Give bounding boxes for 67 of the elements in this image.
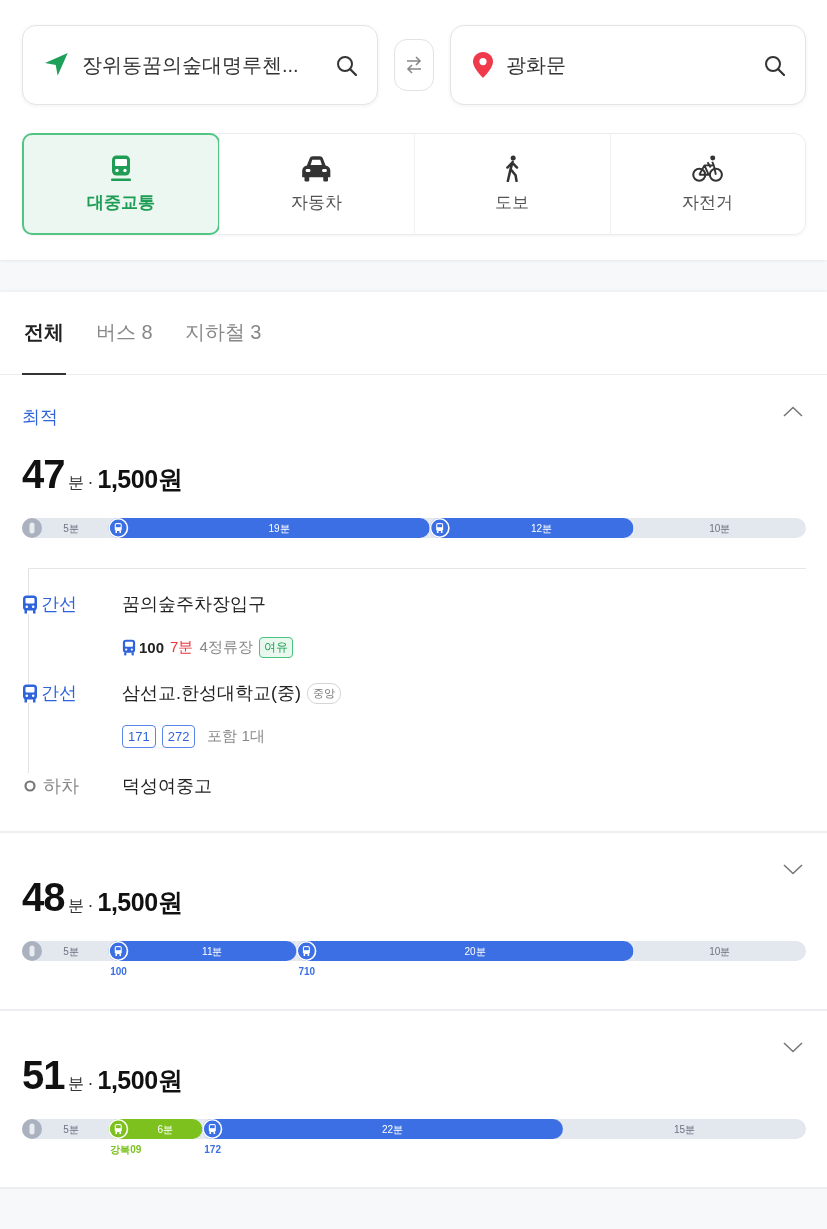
duration-value: 47: [22, 452, 65, 496]
segment-time: 12분: [531, 522, 553, 534]
segment-time: 5분: [63, 522, 79, 534]
mode-tab[interactable]: 자전거: [609, 134, 805, 234]
bus-icon: [22, 683, 38, 703]
bus-icon: [22, 594, 38, 614]
destination-field[interactable]: 광화문: [450, 25, 806, 105]
segment-time: 10분: [709, 945, 731, 957]
stop-name: 덕성여중고: [122, 775, 212, 798]
segment-time: 20분: [464, 945, 486, 957]
fare-text: 1,500원: [97, 1065, 183, 1096]
segment-time: 10분: [709, 522, 731, 534]
map-pin-icon: [473, 52, 493, 78]
chevron-down-icon[interactable]: [783, 864, 803, 875]
bus-route-label: 100: [110, 966, 127, 977]
route-chip[interactable]: 272: [161, 724, 196, 748]
chevron-up-icon[interactable]: [783, 406, 803, 417]
search-icon[interactable]: [336, 54, 357, 76]
step-type: 하차: [43, 775, 79, 798]
dot-separator: ·: [87, 1073, 94, 1094]
route-note: 포함 1대: [207, 726, 265, 746]
arrival-time: 7분: [170, 637, 194, 657]
origin-field[interactable]: 장위동꿈의숲대명루첸...: [22, 25, 378, 105]
stop-circle-icon: [24, 780, 36, 792]
bus-icon: [122, 638, 136, 656]
crowding-badge: 여유: [258, 636, 293, 658]
swap-icon: [405, 55, 423, 75]
stop-name: 꿈의숲주차장입구: [122, 593, 266, 616]
segment-time: 22분: [382, 1123, 404, 1135]
stop-name: 삼선교.한성대학교(중): [122, 682, 301, 705]
bus-route-label: 172: [204, 1144, 221, 1155]
stop-badge: 중앙: [307, 682, 341, 704]
duration-unit: 분: [67, 1074, 84, 1094]
bus-route-label: 710: [298, 966, 316, 977]
segment-time: 15분: [673, 1123, 696, 1135]
route-tag: 최적: [22, 405, 58, 429]
chevron-down-icon[interactable]: [783, 1042, 803, 1053]
step-type: 간선: [41, 593, 77, 616]
duration-unit: 분: [67, 473, 84, 493]
mode-tab[interactable]: 자동차: [218, 134, 414, 234]
bus-number: 100: [139, 638, 165, 656]
filter-tab[interactable]: 버스 8: [94, 292, 155, 375]
duration-unit: 분: [67, 896, 84, 916]
segment-time: 6분: [157, 1123, 174, 1135]
car-icon: [301, 154, 332, 182]
walking-person-icon: [503, 154, 521, 182]
mode-tab[interactable]: 도보: [414, 134, 610, 234]
filter-tab[interactable]: 지하철 3: [182, 292, 264, 375]
segment-time: 19분: [268, 522, 290, 534]
duration-value: 51: [22, 1053, 65, 1097]
step-type: 간선: [41, 682, 77, 705]
segment-time: 11분: [202, 945, 223, 957]
segment-time: 5분: [63, 945, 79, 957]
route-chip[interactable]: 171: [122, 724, 156, 748]
stops-away: 4정류장: [199, 637, 253, 657]
bus-route-label: 강북09: [110, 1144, 142, 1155]
segment-time: 5분: [63, 1123, 79, 1135]
fare-text: 1,500원: [97, 464, 183, 495]
search-icon[interactable]: [764, 54, 785, 76]
location-arrow-icon: [45, 53, 69, 77]
swap-button[interactable]: [394, 39, 434, 91]
duration-value: 48: [22, 875, 65, 919]
bicycle-icon: [692, 154, 724, 182]
dot-separator: ·: [87, 472, 94, 493]
dot-separator: ·: [87, 895, 94, 916]
fare-text: 1,500원: [97, 887, 183, 918]
train-icon: [108, 154, 133, 182]
